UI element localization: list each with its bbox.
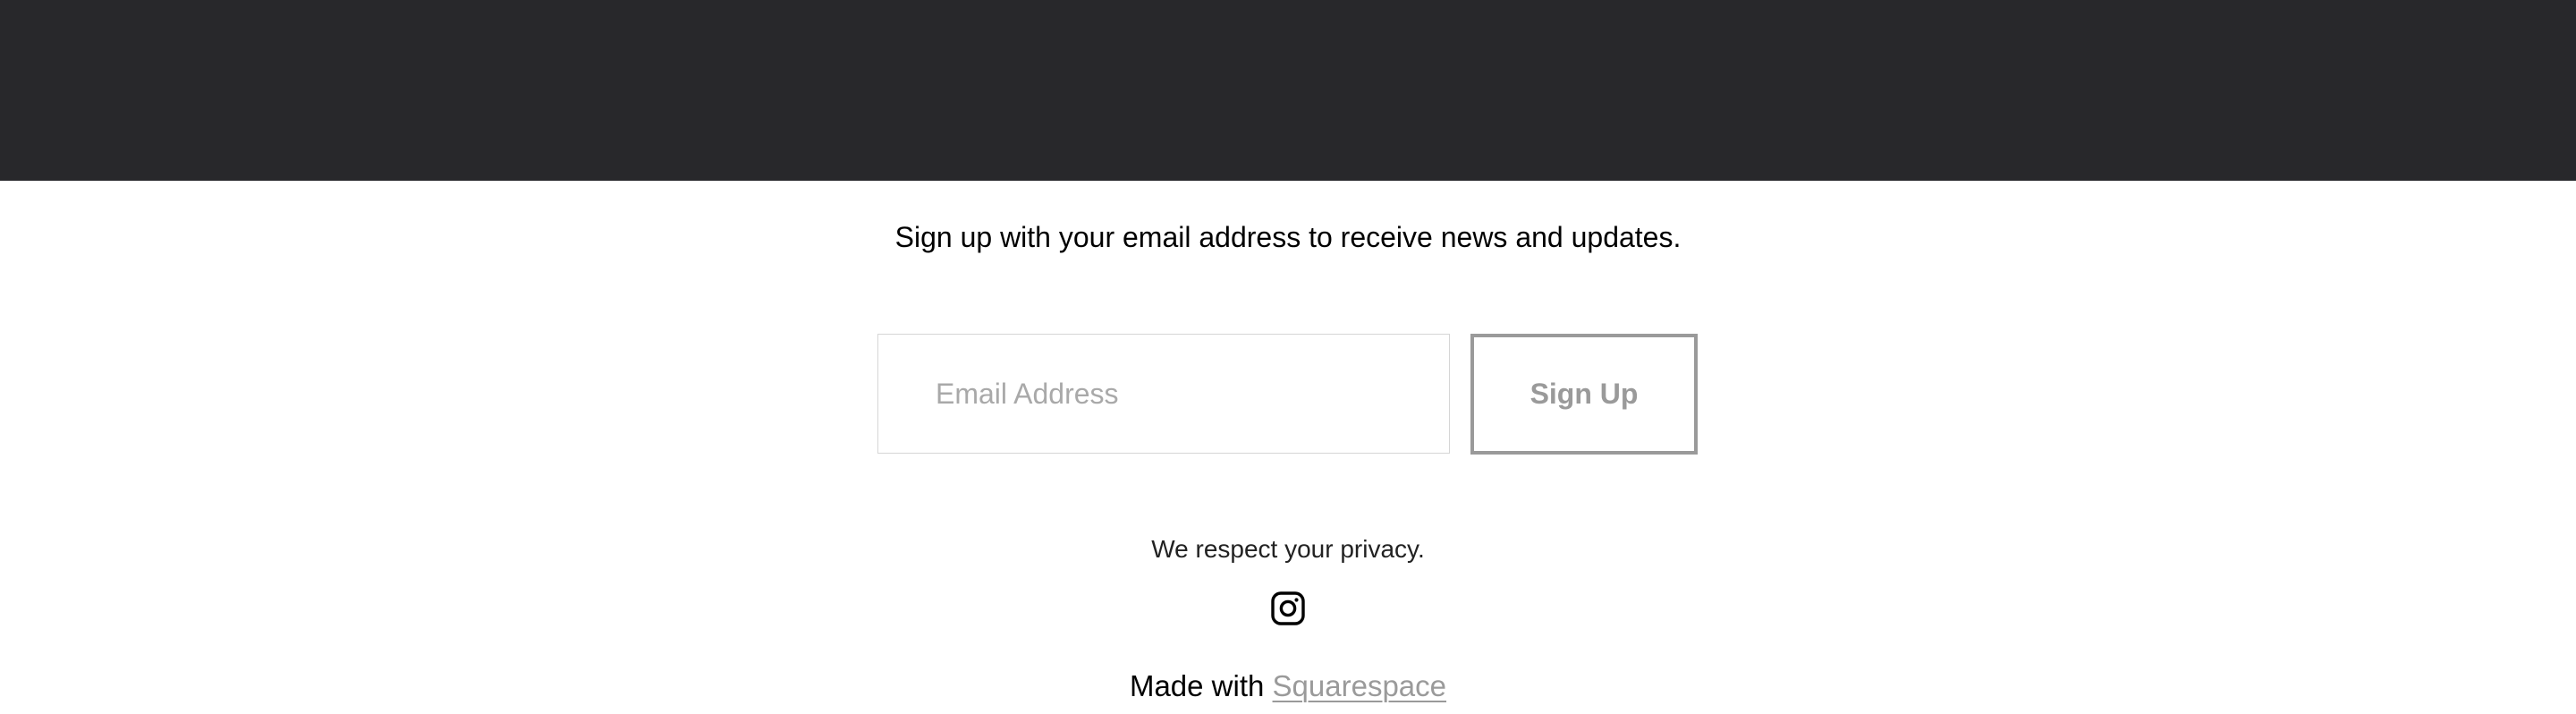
newsletter-section: Sign up with your email address to recei… (0, 181, 2576, 714)
email-field[interactable] (877, 334, 1450, 454)
instagram-icon (1271, 591, 1305, 625)
squarespace-link[interactable]: Squarespace (1273, 669, 1446, 702)
header-banner (0, 0, 2576, 181)
privacy-text: We respect your privacy. (1151, 535, 1425, 563)
newsletter-form: Sign Up (877, 334, 1698, 455)
made-with-footer: Made with Squarespace (0, 667, 2576, 706)
instagram-link[interactable] (1270, 591, 1306, 626)
newsletter-description: Sign up with your email address to recei… (894, 221, 1682, 253)
sign-up-button[interactable]: Sign Up (1470, 334, 1698, 455)
made-with-label: Made with (1129, 669, 1265, 702)
